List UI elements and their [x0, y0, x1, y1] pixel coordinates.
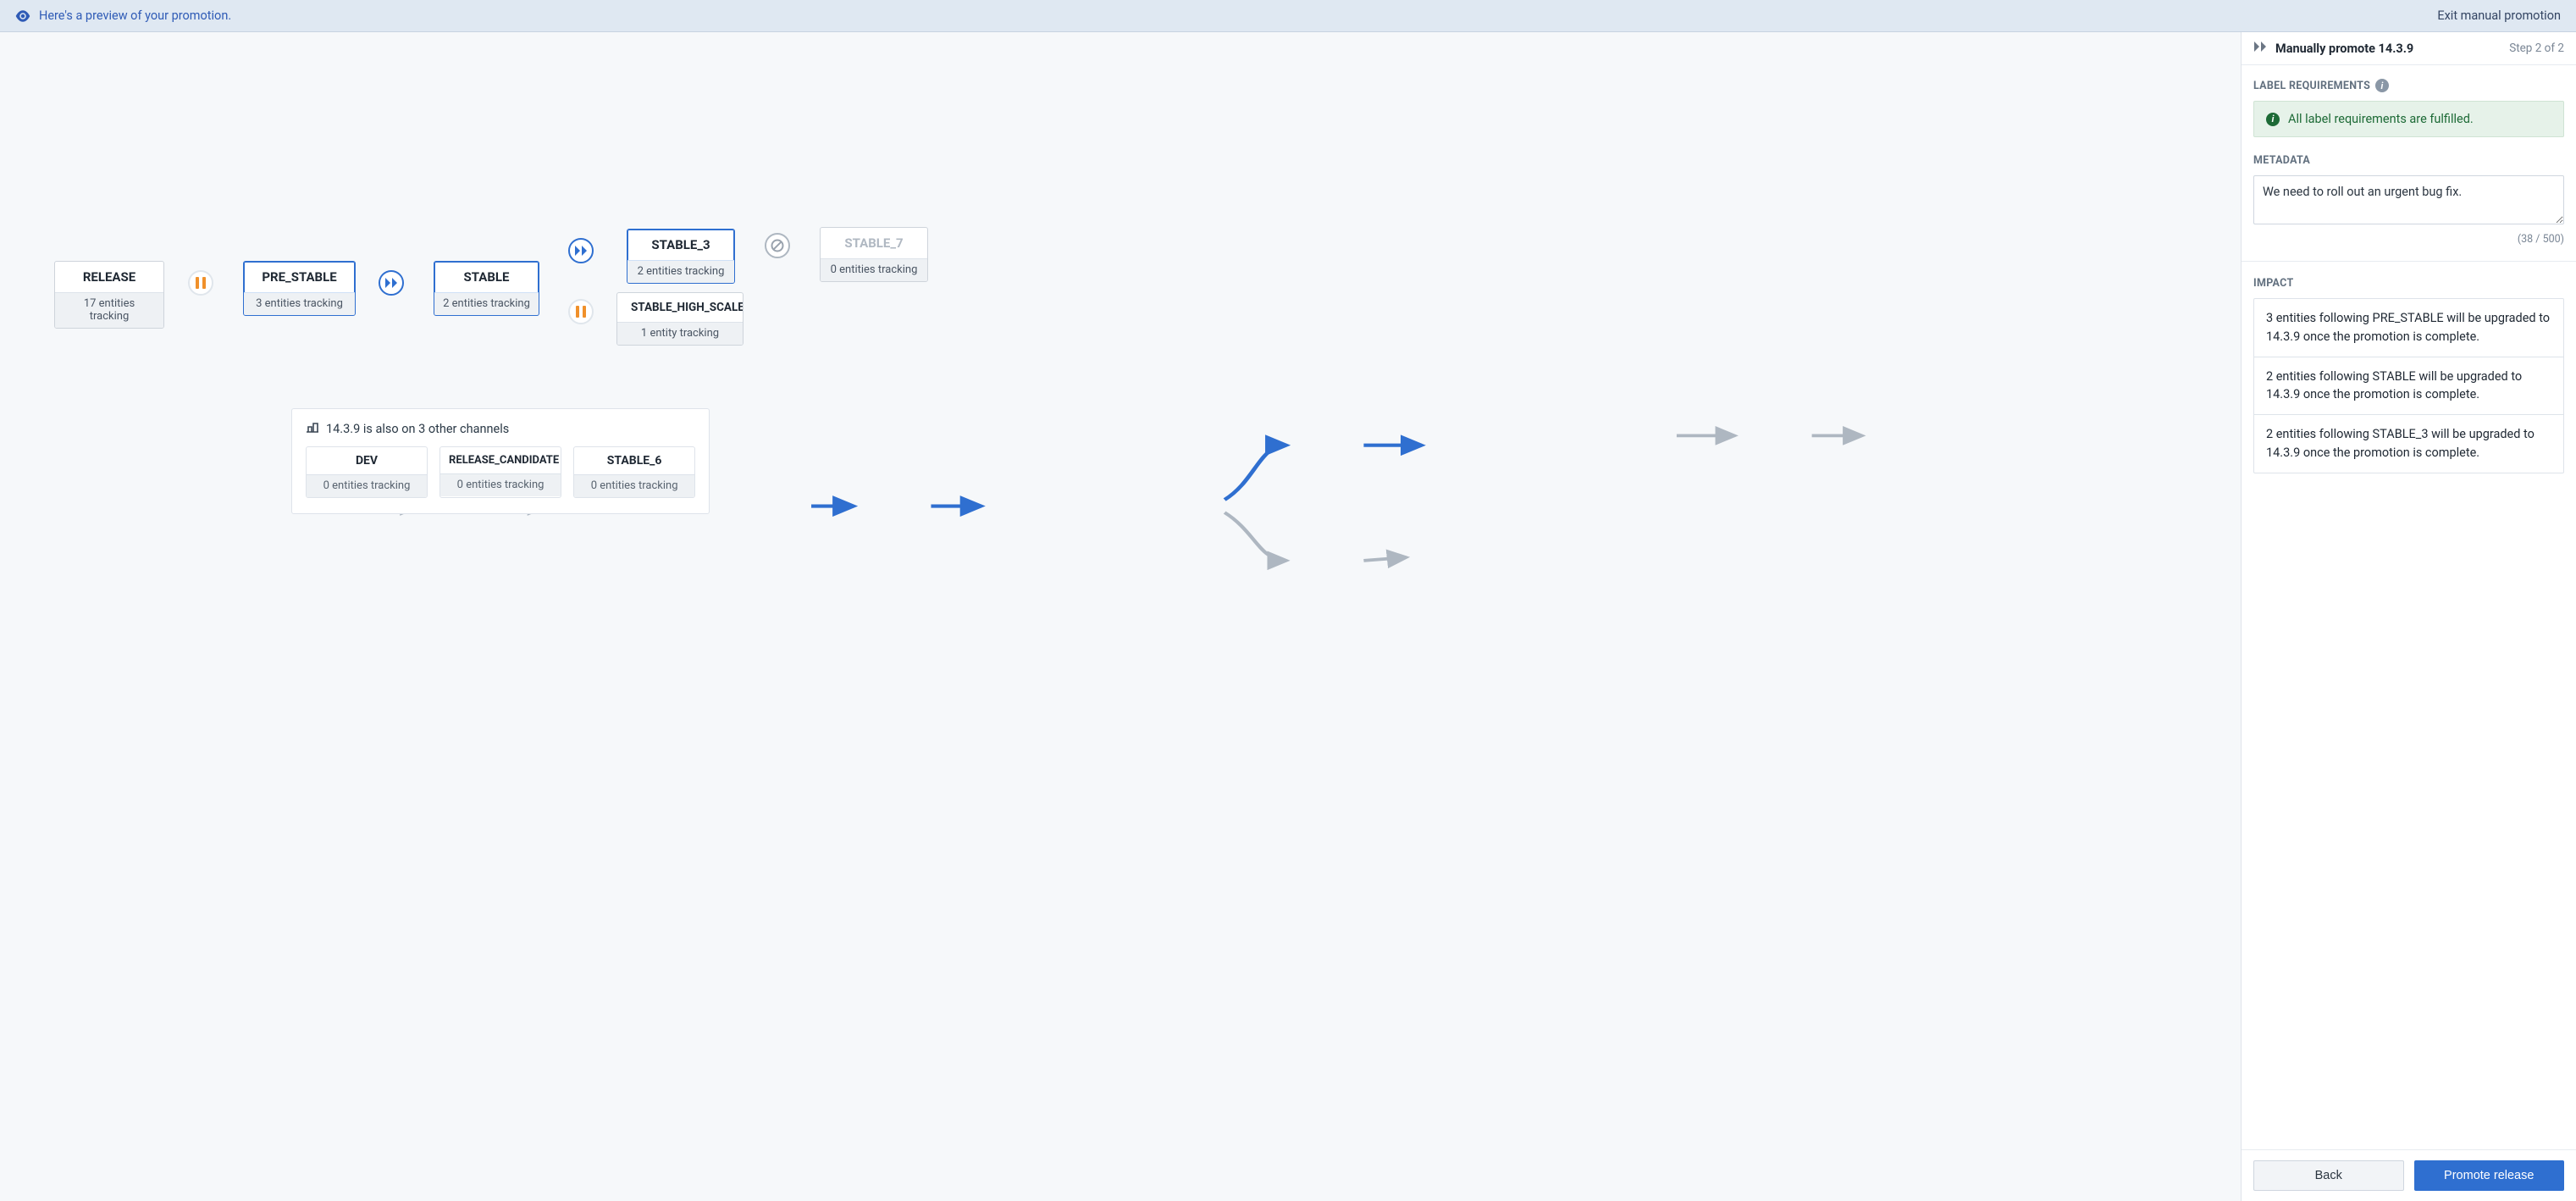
fast-forward-icon: [384, 277, 398, 289]
flow-node-sub: 1 entity tracking: [617, 322, 743, 345]
flow-node-sub: 2 entities tracking: [434, 292, 539, 315]
preview-banner-text: Here's a preview of your promotion.: [39, 8, 231, 23]
impact-list: 3 entities following PRE_STABLE will be …: [2253, 298, 2564, 473]
pause-icon: [576, 306, 586, 318]
impact-heading: IMPACT: [2253, 277, 2564, 290]
other-channel-name: DEV: [307, 447, 427, 474]
flow-gate-block[interactable]: [765, 233, 790, 258]
fast-forward-icon: [2253, 41, 2267, 56]
flow-node-stable[interactable]: STABLE 2 entities tracking: [434, 261, 539, 316]
other-channel-card[interactable]: STABLE_6 0 entities tracking: [573, 446, 695, 498]
other-channel-name: STABLE_6: [574, 447, 694, 474]
impact-item: 2 entities following STABLE will be upgr…: [2254, 357, 2563, 416]
back-button[interactable]: Back: [2253, 1160, 2404, 1191]
flow-node-stable-3[interactable]: STABLE_3 2 entities tracking: [627, 229, 735, 284]
flow-node-sub: 2 entities tracking: [627, 260, 734, 283]
flow-node-name: STABLE_3: [627, 230, 734, 260]
promote-release-button[interactable]: Promote release: [2414, 1160, 2565, 1191]
flow-node-pre-stable[interactable]: PRE_STABLE 3 entities tracking: [243, 261, 356, 316]
flow-node-name: STABLE_7: [821, 228, 927, 258]
flow-node-name: STABLE: [434, 262, 539, 292]
flow-node-release[interactable]: RELEASE 17 entities tracking: [54, 261, 164, 329]
promote-side-panel: Manually promote 14.3.9 Step 2 of 2 LABE…: [2242, 32, 2576, 1201]
other-channels-list: DEV 0 entities tracking RELEASE_CANDIDAT…: [306, 446, 695, 498]
flow-gate-pause-2[interactable]: [568, 299, 594, 324]
flow-node-sub: 3 entities tracking: [244, 292, 355, 315]
other-channel-card[interactable]: DEV 0 entities tracking: [306, 446, 428, 498]
impact-item: 3 entities following PRE_STABLE will be …: [2254, 299, 2563, 357]
block-icon: [771, 239, 784, 252]
flow-node-name: PRE_STABLE: [244, 262, 355, 292]
eye-icon: [15, 10, 30, 22]
exit-manual-promotion-link[interactable]: Exit manual promotion: [2437, 8, 2561, 23]
flow-gate-forward-2[interactable]: [568, 238, 594, 263]
impact-item: 2 entities following STABLE_3 will be up…: [2254, 415, 2563, 473]
label-requirements-heading: LABEL REQUIREMENTS i: [2253, 79, 2564, 92]
other-channels-heading: 14.3.9 is also on 3 other channels: [326, 422, 509, 436]
other-channel-sub: 0 entities tracking: [440, 473, 561, 496]
branch-icon: [306, 421, 319, 436]
flow-node-name: RELEASE: [55, 262, 163, 292]
other-channels-panel: 14.3.9 is also on 3 other channels DEV 0…: [291, 408, 710, 514]
flow-node-name: STABLE_HIGH_SCALE: [617, 293, 743, 322]
metadata-textarea[interactable]: [2253, 175, 2564, 224]
divider: [2242, 261, 2576, 262]
flow-node-stable-high-scale[interactable]: STABLE_HIGH_SCALE 1 entity tracking: [616, 292, 744, 346]
preview-banner: Here's a preview of your promotion. Exit…: [0, 0, 2576, 32]
flow-gate-forward-1[interactable]: [379, 270, 404, 296]
promotion-flow-canvas[interactable]: RELEASE 17 entities tracking PRE_STABLE …: [0, 32, 2242, 1201]
metadata-heading: METADATA: [2253, 154, 2564, 167]
fast-forward-icon: [574, 245, 588, 257]
flow-node-stable-7[interactable]: STABLE_7 0 entities tracking: [820, 227, 928, 282]
flow-connectors: [0, 32, 2241, 1201]
flow-gate-pause-1[interactable]: [188, 270, 213, 296]
other-channel-sub: 0 entities tracking: [574, 474, 694, 497]
label-requirements-ok-text: All label requirements are fulfilled.: [2288, 112, 2474, 126]
other-channel-card[interactable]: RELEASE_CANDIDATE 0 entities tracking: [439, 446, 561, 498]
other-channel-sub: 0 entities tracking: [307, 474, 427, 497]
side-panel-title: Manually promote 14.3.9: [2275, 42, 2413, 56]
metadata-counter: (38 / 500): [2253, 233, 2564, 246]
ok-info-icon: i: [2266, 113, 2280, 126]
info-icon[interactable]: i: [2375, 79, 2389, 92]
side-panel-step: Step 2 of 2: [2509, 42, 2564, 55]
pause-icon: [196, 277, 206, 289]
flow-node-sub: 0 entities tracking: [821, 258, 927, 281]
flow-node-sub: 17 entities tracking: [55, 292, 163, 328]
label-requirements-ok-alert: i All label requirements are fulfilled.: [2253, 101, 2564, 137]
other-channel-name: RELEASE_CANDIDATE: [440, 447, 561, 473]
